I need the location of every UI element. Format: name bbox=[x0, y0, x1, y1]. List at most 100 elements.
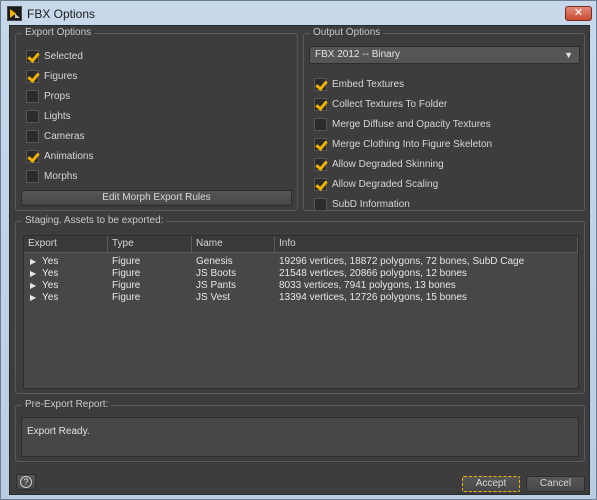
export-value: Yes bbox=[42, 280, 59, 291]
dialog-body: Export Options Selected Figures Props Light… bbox=[9, 25, 590, 495]
checkmark-icon[interactable] bbox=[314, 97, 327, 111]
checkbox-box[interactable] bbox=[26, 129, 39, 143]
fbx-options-dialog: FBX Options ✕ Export Options Selected Fig… bbox=[0, 0, 597, 500]
export-options-title: Export Options bbox=[22, 27, 95, 38]
cell-export: ▶ Yes bbox=[24, 268, 108, 280]
cell-info: 13394 vertices, 12726 polygons, 15 bones bbox=[279, 292, 467, 303]
cancel-button[interactable]: Cancel bbox=[526, 476, 585, 492]
checkbox-label: SubD Information bbox=[332, 198, 410, 210]
close-button[interactable]: ✕ bbox=[565, 6, 592, 21]
expand-arrow-icon[interactable]: ▶ bbox=[30, 280, 42, 292]
checkmark-icon[interactable] bbox=[314, 177, 327, 191]
edit-morph-export-rules-button[interactable]: Edit Morph Export Rules bbox=[21, 190, 292, 206]
cell-name: Genesis bbox=[196, 256, 233, 267]
window-title: FBX Options bbox=[27, 7, 96, 21]
export-value: Yes bbox=[42, 292, 59, 303]
checkbox-label: Selected bbox=[44, 50, 83, 62]
cell-name: JS Vest bbox=[196, 292, 230, 303]
checkbox-label: Merge Clothing Into Figure Skeleton bbox=[332, 138, 493, 150]
checkbox-label: Cameras bbox=[44, 130, 85, 142]
checkmark-icon[interactable] bbox=[26, 69, 39, 83]
cell-info: 19296 vertices, 18872 polygons, 72 bones… bbox=[279, 256, 525, 267]
chevron-down-icon: ▼ bbox=[564, 50, 573, 60]
checkbox-label: Allow Degraded Skinning bbox=[332, 158, 444, 170]
checkbox-animations[interactable]: Animations bbox=[26, 148, 93, 164]
export-options-group: Export Options Selected Figures Props Light… bbox=[15, 27, 298, 211]
checkbox-label: Animations bbox=[44, 150, 94, 162]
table-row[interactable]: ▶ Yes Figure JS Boots 21548 vertices, 20866 … bbox=[24, 268, 578, 280]
column-header-info[interactable]: Info bbox=[275, 236, 578, 253]
checkbox-morphs[interactable]: Morphs bbox=[26, 168, 77, 184]
export-value: Yes bbox=[42, 256, 59, 267]
expand-arrow-icon[interactable]: ▶ bbox=[30, 256, 42, 268]
fbx-format-select[interactable]: FBX 2012 -- Binary ▼ bbox=[309, 46, 580, 64]
checkmark-icon[interactable] bbox=[314, 137, 327, 151]
column-header-name[interactable]: Name bbox=[192, 236, 275, 253]
checkbox-box[interactable] bbox=[314, 197, 327, 211]
checkbox-allow-degraded-scaling[interactable]: Allow Degraded Scaling bbox=[314, 176, 438, 192]
checkbox-box[interactable] bbox=[26, 89, 39, 103]
report-text: Export Ready. bbox=[27, 426, 90, 437]
checkbox-figures[interactable]: Figures bbox=[26, 68, 77, 84]
checkmark-icon[interactable] bbox=[314, 157, 327, 171]
table-row[interactable]: ▶ Yes Figure JS Pants 8033 vertices, 7941 po… bbox=[24, 280, 578, 292]
staging-title: Staging. Assets to be exported: bbox=[22, 215, 167, 226]
pre-export-report-title: Pre-Export Report: bbox=[22, 399, 112, 410]
checkbox-label: Morphs bbox=[44, 170, 78, 182]
export-value: Yes bbox=[42, 268, 59, 279]
cell-type: Figure bbox=[112, 292, 141, 303]
checkbox-label: Merge Diffuse and Opacity Textures bbox=[332, 118, 491, 130]
accept-button[interactable]: Accept bbox=[462, 476, 520, 492]
cell-name: JS Pants bbox=[196, 280, 237, 291]
checkbox-selected[interactable]: Selected bbox=[26, 48, 83, 64]
column-header-type[interactable]: Type bbox=[108, 236, 192, 253]
cell-name: JS Boots bbox=[196, 268, 237, 279]
app-icon bbox=[7, 6, 22, 21]
title-bar[interactable]: FBX Options ✕ bbox=[1, 1, 597, 25]
checkbox-box[interactable] bbox=[314, 117, 327, 131]
checkbox-collect-textures-to-folder[interactable]: Collect Textures To Folder bbox=[314, 96, 447, 112]
checkbox-label: Embed Textures bbox=[332, 78, 405, 90]
cell-export: ▶ Yes bbox=[24, 280, 108, 292]
cell-info: 8033 vertices, 7941 polygons, 13 bones bbox=[279, 280, 456, 291]
expand-arrow-icon[interactable]: ▶ bbox=[30, 268, 42, 280]
checkbox-label: Allow Degraded Scaling bbox=[332, 178, 439, 190]
pre-export-report-group: Pre-Export Report: Export Ready. bbox=[15, 399, 585, 462]
expand-arrow-icon[interactable]: ▶ bbox=[30, 292, 42, 304]
table-row[interactable]: ▶ Yes Figure JS Vest 13394 vertices, 12726 p… bbox=[24, 292, 578, 304]
checkmark-icon[interactable] bbox=[314, 77, 327, 91]
checkbox-label: Lights bbox=[44, 110, 71, 122]
help-icon: ? bbox=[20, 476, 32, 488]
checkmark-icon[interactable] bbox=[26, 49, 39, 63]
checkbox-box[interactable] bbox=[26, 169, 39, 183]
output-options-group: Output Options FBX 2012 -- Binary ▼ Embe… bbox=[303, 27, 585, 212]
checkbox-merge-clothing-into-figure-skeleton[interactable]: Merge Clothing Into Figure Skeleton bbox=[314, 136, 492, 152]
checkbox-box[interactable] bbox=[26, 109, 39, 123]
table-header: Export Type Name Info bbox=[24, 236, 578, 253]
staging-group: Staging. Assets to be exported: Export T… bbox=[15, 215, 585, 394]
checkmark-icon[interactable] bbox=[26, 149, 39, 163]
table-row[interactable]: ▶ Yes Figure Genesis 19296 vertices, 18872 p… bbox=[24, 256, 578, 268]
cell-type: Figure bbox=[112, 280, 141, 291]
checkbox-merge-diffuse-and-opacity-textures[interactable]: Merge Diffuse and Opacity Textures bbox=[314, 116, 491, 132]
cell-info: 21548 vertices, 20866 polygons, 12 bones bbox=[279, 268, 467, 279]
checkbox-allow-degraded-skinning[interactable]: Allow Degraded Skinning bbox=[314, 156, 444, 172]
help-button[interactable]: ? bbox=[16, 474, 36, 490]
cell-export: ▶ Yes bbox=[24, 292, 108, 304]
checkbox-embed-textures[interactable]: Embed Textures bbox=[314, 76, 404, 92]
checkbox-lights[interactable]: Lights bbox=[26, 108, 71, 124]
checkbox-props[interactable]: Props bbox=[26, 88, 70, 104]
checkbox-label: Collect Textures To Folder bbox=[332, 98, 448, 110]
cell-export: ▶ Yes bbox=[24, 256, 108, 268]
report-area: Export Ready. bbox=[21, 417, 579, 457]
fbx-format-value: FBX 2012 -- Binary bbox=[315, 49, 401, 60]
output-options-title: Output Options bbox=[310, 27, 384, 38]
cell-type: Figure bbox=[112, 256, 141, 267]
checkbox-label: Figures bbox=[44, 70, 78, 82]
column-header-export[interactable]: Export bbox=[24, 236, 108, 253]
checkbox-cameras[interactable]: Cameras bbox=[26, 128, 85, 144]
checkbox-label: Props bbox=[44, 90, 71, 102]
assets-table[interactable]: Export Type Name Info ▶ Yes Figure Genesis 1… bbox=[23, 235, 579, 389]
checkbox-subd-information[interactable]: SubD Information bbox=[314, 196, 410, 212]
cell-type: Figure bbox=[112, 268, 141, 279]
